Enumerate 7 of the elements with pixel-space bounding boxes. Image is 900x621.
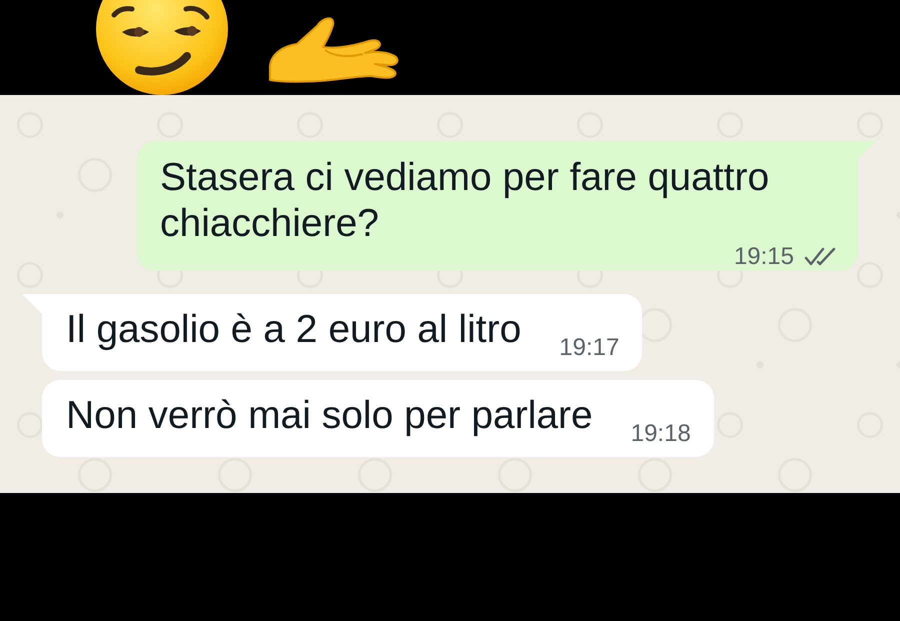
- message-time: 19:17: [559, 338, 620, 358]
- message-time: 19:15: [734, 247, 794, 267]
- smirking-face-icon: [95, 0, 229, 95]
- message-text: Stasera ci vediamo per fare quattro chiacchiere?: [160, 155, 770, 247]
- message-time: 19:18: [630, 424, 691, 444]
- message-text: Il gasolio è a 2 euro al litro: [66, 307, 522, 353]
- message-text: Non verrò mai solo per parlare: [66, 393, 593, 439]
